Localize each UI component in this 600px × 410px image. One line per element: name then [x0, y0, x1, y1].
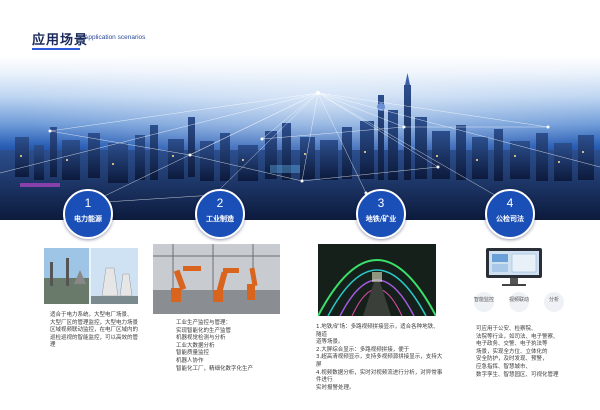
badge-label: 公检司法: [496, 215, 524, 223]
badge-number: 4: [506, 196, 514, 210]
text-line: 机器视觉检测与分析: [176, 335, 226, 342]
badge-number: 1: [84, 196, 92, 210]
text-line: 1.地铁/矿场：多路视频拼接显示，适合各种地铁、隧道: [316, 324, 439, 338]
badge-label: 工业制造: [206, 215, 234, 223]
scenario-badge-4: 4 公检司法: [485, 189, 535, 239]
scenario-badge-2: 2 工业制造: [195, 189, 245, 239]
power-plant-image: [44, 248, 138, 304]
badge-number: 2: [216, 196, 224, 210]
page-header: 应用场景 Application scenarios: [32, 29, 432, 50]
text-line: 实时报警处理。: [316, 384, 355, 391]
icon-caption: 智能监控: [473, 297, 494, 303]
text-line: 可应用于公安、检察院、: [476, 326, 537, 332]
text-line: 3.超高清视频显示，支持多视频源拼接显示，支持大屏: [316, 354, 443, 368]
page-title: 应用场景: [32, 33, 89, 48]
text-line: 安全防护，及时发现、预警，: [476, 356, 548, 363]
scenario-badge-3: 3 地铁/矿业: [356, 189, 406, 239]
text-line: 适合于电力系统，大型电厂场景、: [50, 312, 133, 318]
text-line: 智能化工厂，精细化数字化生产: [176, 365, 254, 372]
text-line: 道等场景。: [316, 339, 344, 346]
title-underline: [32, 48, 80, 50]
scenario-text-3: 1.地铁/矿场：多路视频拼接显示，适合各种地铁、隧道 道等场景。 2.大屏综合显…: [316, 324, 444, 392]
icon-caption: 分析: [548, 297, 559, 303]
scenario-text-2: 工业生产监控与管理： 实现智能化的生产监管 机器视觉检测与分析 工业大数据分析 …: [176, 320, 286, 373]
icon-caption: 视频联动: [508, 297, 529, 303]
text-line: 巡检巡视的智能监控，可以高效的管理: [50, 334, 139, 349]
text-line: 区域视频联动监控，在电厂区域内的: [50, 327, 139, 334]
scenario-badge-1: 1 电力能源: [63, 189, 113, 239]
text-line: 应急指挥、智慧城市、: [476, 363, 532, 370]
monitor-image: [484, 246, 544, 288]
industrial-robot-image: [153, 244, 280, 314]
tunnel-image: [318, 244, 436, 316]
badge-number: 3: [377, 196, 385, 210]
text-line: 数字孪生、智慧园区、可视化管理: [476, 371, 559, 378]
text-line: 工业生产监控与管理：: [176, 320, 232, 326]
text-line: 电子政务、交警、电子执法等: [476, 341, 548, 348]
badge-label: 电力能源: [74, 215, 102, 223]
text-line: 4.视频数据分析，实时对视频流进行分析，对异常事件进行: [316, 369, 443, 384]
text-line: 机器人协作: [176, 357, 204, 364]
text-line: 智能质量监控: [176, 350, 210, 357]
scenario-text-1: 适合于电力系统，大型电厂场景、 大型厂区的管理监控，大型电力场景 区域视频联动监…: [50, 312, 142, 350]
scenario-text-4: 可应用于公安、检察院、 法院等行业，如司法、电子警察、 电子政务、交警、电子执法…: [476, 326, 588, 379]
badge-label: 地铁/矿业: [365, 215, 397, 223]
page-subtitle: Application scenarios: [84, 34, 146, 41]
